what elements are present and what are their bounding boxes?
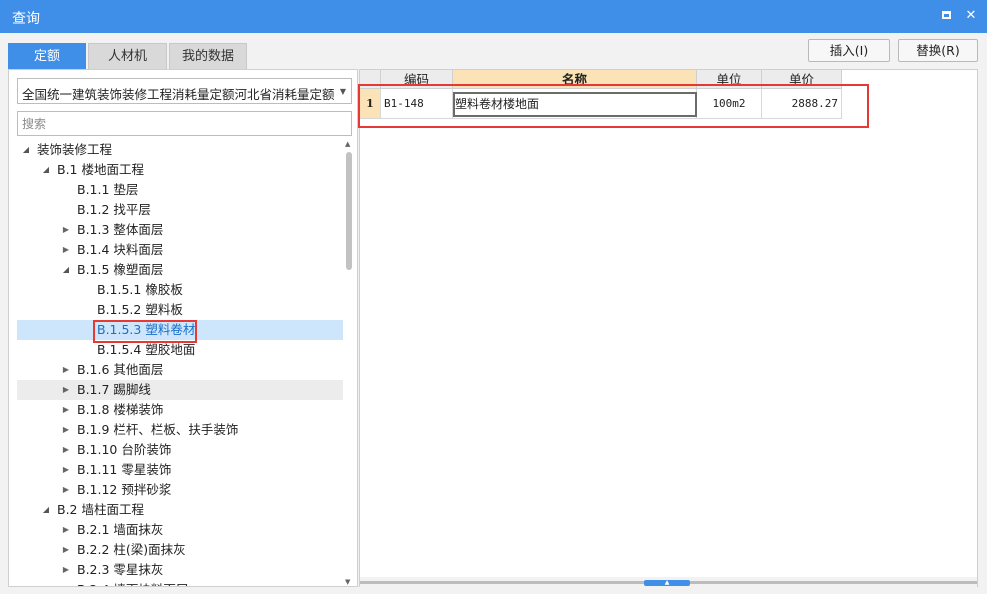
scroll-up-icon[interactable]: ▲ [345, 140, 350, 148]
tree-item-label: B.1.11 零星装饰 [77, 462, 172, 477]
tree-item-label: B.1.6 其他面层 [77, 362, 164, 377]
tree-item-label: B.1.2 找平层 [77, 202, 151, 217]
tree-item-label: B.1.9 栏杆、栏板、扶手装饰 [77, 422, 239, 437]
chevron-down-icon[interactable]: ▼ [340, 87, 346, 96]
tree-item-label: B.1.12 预拌砂浆 [77, 482, 172, 497]
scroll-down-icon[interactable]: ▼ [345, 578, 350, 586]
collapse-arrow-icon[interactable]: ◢ [41, 500, 51, 520]
tree-item-label: B.2.2 柱(梁)面抹灰 [77, 542, 186, 557]
tree-item-label: B.1.1 垫层 [77, 182, 139, 197]
tree-item[interactable]: ▶ B.1.9 栏杆、栏板、扶手装饰 [17, 420, 343, 440]
expand-arrow-icon[interactable]: ▶ [61, 580, 71, 586]
expand-arrow-icon[interactable]: ▶ [61, 360, 71, 380]
tree-item-label: B.1.7 踢脚线 [77, 382, 151, 397]
expand-arrow-icon[interactable]: ▶ [61, 440, 71, 460]
replace-button[interactable]: 替换(R) [898, 39, 978, 62]
tree-item[interactable]: ▶ B.2.3 零星抹灰 [17, 560, 343, 580]
tree-item[interactable]: ▶ B.2.2 柱(梁)面抹灰 [17, 540, 343, 560]
expand-arrow-icon[interactable]: ▶ [61, 400, 71, 420]
tree-item[interactable]: ▶ B.1.8 楼梯装饰 [17, 400, 343, 420]
tab-quota[interactable]: 定额 [8, 43, 86, 69]
tree-item[interactable]: B.1.5.2 塑料板 [17, 300, 343, 320]
tree-item[interactable]: ▶ B.2.1 墙面抹灰 [17, 520, 343, 540]
tree-item-label: B.2 墙柱面工程 [57, 502, 144, 517]
tree-item[interactable]: ◢ B.2 墙柱面工程 [17, 500, 343, 520]
tree-item[interactable]: ◢ B.1.5 橡塑面层 [17, 260, 343, 280]
tree-scrollbar[interactable]: ▲ ▼ [344, 140, 354, 586]
search-input[interactable] [17, 111, 352, 136]
tree-item-label: B.1 楼地面工程 [57, 162, 144, 177]
dialog-body: 定额 人材机 我的数据 插入(I) 替换(R) 全国统一建筑装饰装修工程消耗量定… [0, 33, 987, 594]
tree-item[interactable]: ▶ B.1.3 整体面层 [17, 220, 343, 240]
tree-item-label: B.2.3 零星抹灰 [77, 562, 164, 577]
expand-arrow-icon[interactable]: ▶ [61, 560, 71, 580]
expand-arrow-icon[interactable]: ▶ [61, 540, 71, 560]
tree-item-label: B.2.1 墙面抹灰 [77, 522, 164, 537]
right-panel: 编码 名称 单位 单价 1 B1-148 塑料卷材楼地面 100m2 2888.… [358, 69, 978, 587]
tree-item-label: B.1.5.1 橡胶板 [97, 282, 183, 297]
tree-item-label: 装饰装修工程 [37, 142, 113, 157]
library-select-value: 全国统一建筑装饰装修工程消耗量定额河北省消耗量定额(20 [22, 87, 334, 102]
tree-item[interactable]: ▶ B.1.6 其他面层 [17, 360, 343, 380]
expand-arrow-icon[interactable]: ▶ [61, 480, 71, 500]
insert-button[interactable]: 插入(I) [808, 39, 890, 62]
tree-item-label: B.1.5.2 塑料板 [97, 302, 183, 317]
tree-item[interactable]: B.1.5.3 塑料卷材 [17, 320, 343, 343]
expand-arrow-icon[interactable]: ▶ [61, 520, 71, 540]
window-title: 查询 [12, 11, 40, 27]
tree-item[interactable]: B.1.5.1 橡胶板 [17, 280, 343, 300]
tree-item-label: B.1.3 整体面层 [77, 222, 164, 237]
tree-item[interactable]: ▶ B.2.4 墙面块料面层 [17, 580, 343, 586]
tab-labor-material-machine[interactable]: 人材机 [88, 43, 167, 69]
scrollbar-grip[interactable]: ▲ [644, 580, 690, 586]
tree-item-label: B.1.5.4 塑胶地面 [97, 342, 196, 357]
title-bar: 查询 ✕ [0, 0, 987, 33]
collapse-arrow-icon[interactable]: ◢ [21, 140, 31, 160]
expand-arrow-icon[interactable]: ▶ [61, 380, 71, 400]
tree-item[interactable]: B.1.5.4 塑胶地面 [17, 340, 343, 360]
tree-item[interactable]: ◢ B.1 楼地面工程 [17, 160, 343, 180]
tree-item-label: B.1.8 楼梯装饰 [77, 402, 164, 417]
tree-item-label: B.1.5 橡塑面层 [77, 262, 164, 277]
expand-arrow-icon[interactable]: ▶ [61, 240, 71, 260]
tree-item[interactable]: ◢ 装饰装修工程 [17, 140, 343, 160]
category-tree: ◢ 装饰装修工程 ◢ B.1 楼地面工程 B.1.1 垫层 B.1.2 找平层 ▶ B.1.3… [17, 140, 343, 586]
expand-arrow-icon[interactable]: ▶ [61, 460, 71, 480]
collapse-arrow-icon[interactable]: ◢ [41, 160, 51, 180]
tab-my-data[interactable]: 我的数据 [169, 43, 247, 69]
left-panel: 全国统一建筑装饰装修工程消耗量定额河北省消耗量定额(20 ▼ ◢ 装饰装修工程 ◢ B… [8, 69, 358, 587]
tree-item[interactable]: B.1.1 垫层 [17, 180, 343, 200]
tree-item[interactable]: ▶ B.1.10 台阶装饰 [17, 440, 343, 460]
tree-item-label: B.1.4 块料面层 [77, 242, 164, 257]
tree-item[interactable]: ▶ B.1.11 零星装饰 [17, 460, 343, 480]
row-highlight-box [358, 84, 869, 128]
expand-arrow-icon[interactable]: ▶ [61, 420, 71, 440]
scrollbar-thumb[interactable] [346, 152, 352, 270]
close-icon[interactable]: ✕ [963, 8, 979, 24]
collapse-arrow-icon[interactable]: ◢ [61, 260, 71, 280]
tree-item[interactable]: ▶ B.1.4 块料面层 [17, 240, 343, 260]
tree-item[interactable]: ▶ B.1.12 预拌砂浆 [17, 480, 343, 500]
tree-item-label: B.1.10 台阶装饰 [77, 442, 172, 457]
expand-arrow-icon[interactable]: ▶ [61, 220, 71, 240]
tree-item-label: B.2.4 墙面块料面层 [77, 580, 188, 586]
tree-item[interactable]: B.1.2 找平层 [17, 200, 343, 220]
tree-item[interactable]: ▶ B.1.7 踢脚线 [17, 380, 343, 400]
maximize-icon[interactable] [938, 8, 954, 24]
horizontal-scrollbar[interactable]: ▲ [360, 577, 977, 587]
library-select[interactable]: 全国统一建筑装饰装修工程消耗量定额河北省消耗量定额(20 ▼ [17, 78, 352, 104]
